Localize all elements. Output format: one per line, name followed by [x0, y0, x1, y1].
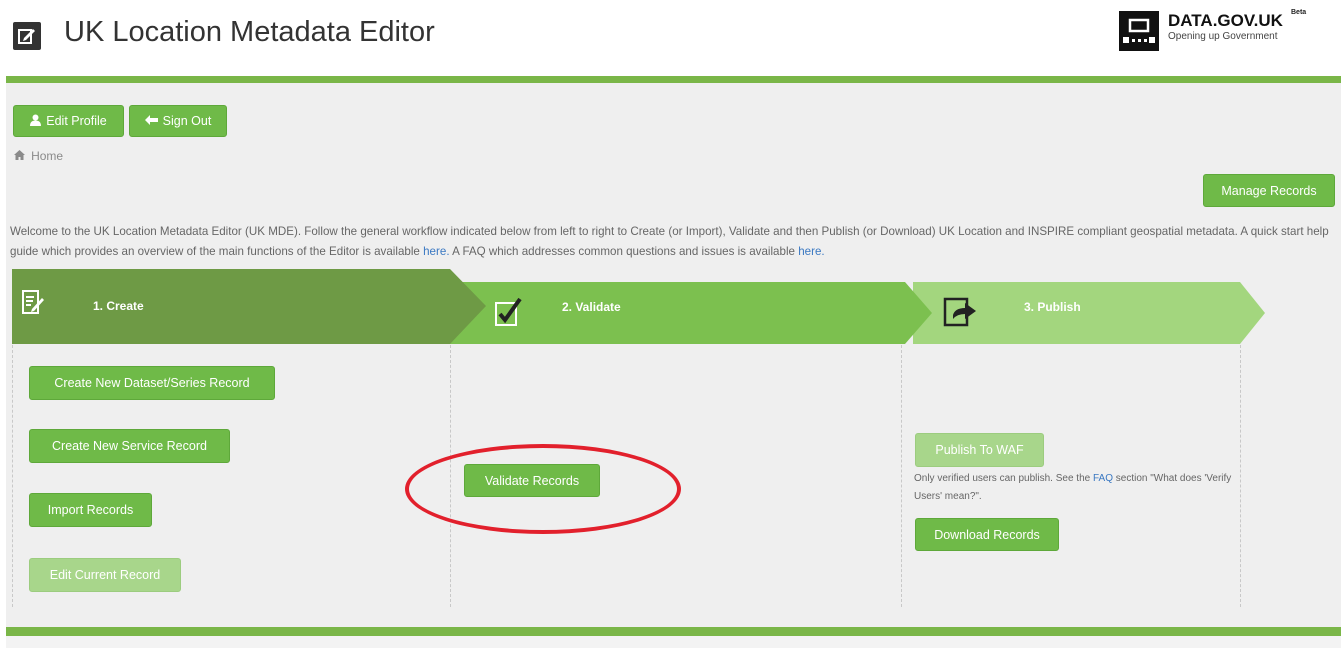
edit-current-label: Edit Current Record — [49, 568, 161, 582]
download-records-button[interactable]: Download Records — [915, 518, 1059, 551]
document-edit-icon — [21, 288, 45, 321]
publish-note: Only verified users can publish. See the… — [914, 470, 1244, 506]
step-validate-label: 2. Validate — [562, 300, 621, 314]
export-arrow-icon — [943, 297, 979, 332]
footer-divider — [6, 627, 1341, 636]
import-records-button[interactable]: Import Records — [29, 493, 152, 527]
workflow-steps — [12, 269, 1265, 344]
column-divider — [901, 345, 902, 607]
column-divider — [12, 345, 13, 607]
checkbox-check-icon — [494, 297, 522, 332]
step-validate-arrow — [450, 282, 932, 344]
create-dataset-label: Create New Dataset/Series Record — [54, 376, 250, 390]
create-service-record-button[interactable]: Create New Service Record — [29, 429, 230, 463]
annotation-circle — [405, 444, 681, 534]
download-records-label: Download Records — [934, 527, 1040, 542]
edit-current-record-button[interactable]: Edit Current Record — [29, 558, 181, 592]
step-create-label: 1. Create — [93, 299, 144, 313]
publish-to-waf-button[interactable]: Publish To WAF — [915, 433, 1044, 467]
import-records-label: Import Records — [47, 503, 134, 517]
footer-area — [6, 636, 1341, 648]
publish-note-text-1: Only verified users can publish. See the — [914, 473, 1093, 484]
step-publish-label: 3. Publish — [1024, 300, 1081, 314]
publish-faq-link[interactable]: FAQ — [1093, 473, 1113, 484]
create-dataset-record-button[interactable]: Create New Dataset/Series Record — [29, 366, 275, 400]
step-create-arrow — [12, 269, 486, 344]
publish-waf-label: Publish To WAF — [935, 443, 1024, 457]
create-service-label: Create New Service Record — [52, 439, 207, 453]
